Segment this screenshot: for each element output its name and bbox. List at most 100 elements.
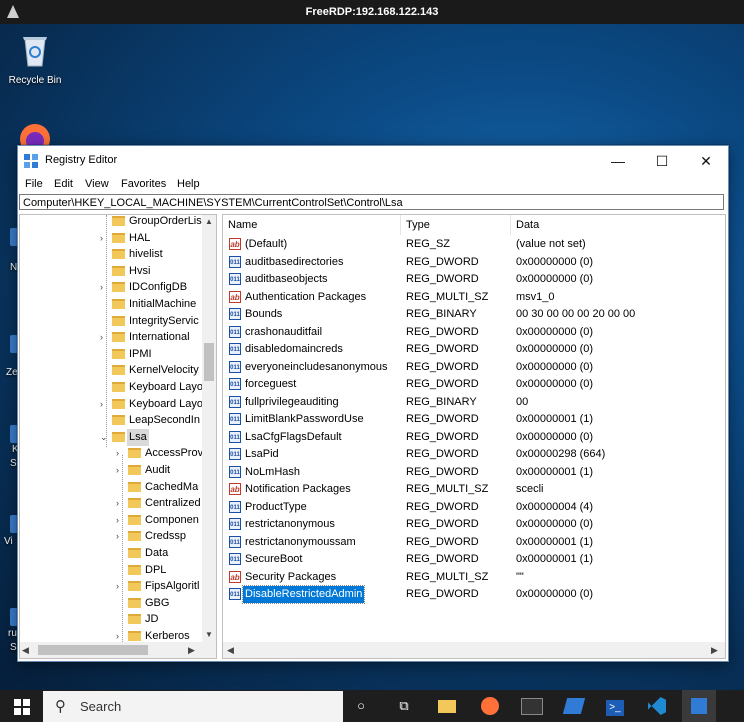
terminal-icon[interactable] <box>521 695 543 717</box>
value-name: LimitBlankPasswordUse <box>245 413 364 425</box>
expand-chevron-icon[interactable]: › <box>116 462 126 479</box>
binary-value-icon: 011 <box>229 360 241 373</box>
rdp-title: FreeRDP:192.168.122.143 <box>305 6 439 18</box>
address-bar[interactable]: Computer\HKEY_LOCAL_MACHINE\SYSTEM\Curre… <box>19 194 724 210</box>
value-row[interactable]: ab Notification Packages REG_MULTI_SZ scecl… <box>223 481 725 498</box>
value-row[interactable]: 011 crashonauditfail REG_DWORD 0x00000000 (… <box>223 324 725 341</box>
cortana-icon[interactable]: ○ <box>350 695 372 717</box>
column-header-name[interactable]: Name <box>223 215 401 235</box>
column-header-data[interactable]: Data <box>511 215 725 235</box>
string-value-icon: ab <box>229 290 241 303</box>
file-explorer-icon[interactable] <box>436 695 458 717</box>
app-icon[interactable] <box>562 695 586 717</box>
value-name: SecureBoot <box>245 553 303 565</box>
scroll-thumb[interactable] <box>204 343 214 381</box>
folder-icon <box>112 216 125 226</box>
tree-node-label: IntegrityServic <box>129 314 199 327</box>
binary-value-icon: 011 <box>229 273 241 285</box>
value-row[interactable]: 011 forceguest REG_DWORD 0x00000000 (0) <box>223 376 725 393</box>
scroll-thumb[interactable] <box>38 645 148 655</box>
value-name: Notification Packages <box>245 483 351 495</box>
scroll-down-icon[interactable]: ▼ <box>202 628 216 642</box>
expand-chevron-icon[interactable]: › <box>116 578 126 595</box>
value-row[interactable]: 011 restrictanonymoussam REG_DWORD 0x000000… <box>223 534 725 551</box>
tree-node-label: Data <box>145 547 169 559</box>
value-type: REG_DWORD <box>406 448 479 460</box>
close-button[interactable]: ✕ <box>684 146 728 176</box>
task-view-icon[interactable]: ⧉ <box>393 695 415 717</box>
recycle-bin[interactable]: Recycle Bin <box>4 32 66 86</box>
value-row[interactable]: 011 DisableRestrictedAdmin REG_DWORD 0x0000… <box>223 585 725 604</box>
value-data: "" <box>516 570 524 583</box>
firefox-icon[interactable] <box>479 695 501 717</box>
menu-file[interactable]: File <box>25 178 43 190</box>
powershell-icon[interactable]: >_ <box>604 695 626 717</box>
expand-chevron-icon[interactable]: › <box>100 329 110 346</box>
folder-icon <box>112 415 125 426</box>
title-bar[interactable]: Registry Editor — ☐ ✕ <box>18 146 728 176</box>
expand-chevron-icon[interactable]: › <box>116 512 126 529</box>
expand-chevron-icon[interactable]: › <box>100 279 110 296</box>
expand-chevron-icon[interactable]: › <box>100 396 110 413</box>
taskbar-search[interactable]: ⚲ Search <box>43 691 343 722</box>
tree-guide-line <box>122 455 123 642</box>
binary-value-icon: 011 <box>229 448 241 460</box>
binary-value-icon: 011 <box>229 535 241 548</box>
tree-node-label: LeapSecondIn <box>129 414 200 427</box>
value-type: REG_MULTI_SZ <box>406 290 489 303</box>
expand-chevron-icon[interactable]: › <box>116 445 126 462</box>
value-row[interactable]: 011 disabledomaincreds REG_DWORD 0x00000000… <box>223 341 725 358</box>
menu-help[interactable]: Help <box>177 178 200 190</box>
value-data: 0x00000000 (0) <box>516 378 594 390</box>
folder-icon <box>128 514 141 525</box>
expand-chevron-icon[interactable]: › <box>116 495 126 512</box>
list-horizontal-scrollbar[interactable]: ◀ ▶ <box>223 642 725 658</box>
values-list[interactable]: Name Type Data ab (Default) REG_SZ (value n… <box>222 214 726 659</box>
rdp-title-bar: FreeRDP:192.168.122.143 <box>0 0 744 24</box>
folder-icon <box>128 564 141 575</box>
value-row[interactable]: 011 SecureBoot REG_DWORD 0x00000001 (1) <box>223 551 725 568</box>
value-row[interactable]: 011 fullprivilegeauditing REG_BINARY 00 <box>223 394 725 411</box>
scroll-left-icon[interactable]: ◀ <box>227 642 234 658</box>
expand-chevron-icon[interactable]: › <box>100 230 110 247</box>
value-row[interactable]: ab Authentication Packages REG_MULTI_SZ msv… <box>223 289 725 306</box>
start-button[interactable] <box>14 699 30 715</box>
vscode-icon[interactable] <box>646 695 668 717</box>
minimize-button[interactable]: — <box>596 146 640 176</box>
value-row[interactable]: 011 LsaCfgFlagsDefault REG_DWORD 0x00000000… <box>223 429 725 446</box>
scroll-left-icon[interactable]: ◀ <box>22 642 29 658</box>
value-row[interactable]: ab Security Packages REG_MULTI_SZ "" <box>223 569 725 586</box>
binary-value-icon: 011 <box>229 588 241 600</box>
value-row[interactable]: ab (Default) REG_SZ (value not set) <box>223 236 725 253</box>
expand-chevron-icon[interactable]: ⌄ <box>100 429 110 446</box>
value-row[interactable]: 011 auditbasedirectories REG_DWORD 0x000000… <box>223 254 725 271</box>
column-header-type[interactable]: Type <box>401 215 511 235</box>
maximize-button[interactable]: ☐ <box>640 146 684 176</box>
key-tree[interactable]: GroupOrderLis › HAL hivelist Hvsi › IDConfigDB… <box>19 214 217 659</box>
menu-edit[interactable]: Edit <box>54 178 73 190</box>
value-row[interactable]: 011 everyoneincludesanonymous REG_DWORD 0x0… <box>223 359 725 376</box>
scroll-right-icon[interactable]: ▶ <box>188 642 195 658</box>
menu-favorites[interactable]: Favorites <box>121 178 166 190</box>
binary-value-icon: 011 <box>229 308 241 320</box>
value-type: REG_DWORD <box>406 378 479 390</box>
value-row[interactable]: 011 LsaPid REG_DWORD 0x00000298 (664) <box>223 446 725 463</box>
value-data: msv1_0 <box>516 290 555 303</box>
value-type: REG_DWORD <box>406 465 479 478</box>
scroll-right-icon[interactable]: ▶ <box>711 642 718 658</box>
value-row[interactable]: 011 ProductType REG_DWORD 0x00000004 (4) <box>223 499 725 516</box>
expand-chevron-icon[interactable]: › <box>116 528 126 545</box>
binary-value-icon: 011 <box>229 378 241 390</box>
value-row[interactable]: 011 LimitBlankPasswordUse REG_DWORD 0x00000… <box>223 411 725 428</box>
tree-vertical-scrollbar[interactable]: ▲ ▼ <box>202 215 216 642</box>
menu-view[interactable]: View <box>85 178 109 190</box>
tree-horizontal-scrollbar[interactable]: ◀ ▶ <box>20 642 216 658</box>
value-row[interactable]: 011 restrictanonymous REG_DWORD 0x00000000 … <box>223 516 725 533</box>
value-row[interactable]: 011 Bounds REG_BINARY 00 30 00 00 00 20 00 … <box>223 306 725 323</box>
tree-node-label: hivelist <box>129 248 163 261</box>
scroll-up-icon[interactable]: ▲ <box>202 215 216 229</box>
value-row[interactable]: 011 NoLmHash REG_DWORD 0x00000001 (1) <box>223 464 725 481</box>
value-row[interactable]: 011 auditbaseobjects REG_DWORD 0x00000000 (… <box>223 271 725 288</box>
registry-editor-taskbar-icon[interactable] <box>688 695 710 717</box>
freerdp-logo-icon <box>7 5 19 18</box>
